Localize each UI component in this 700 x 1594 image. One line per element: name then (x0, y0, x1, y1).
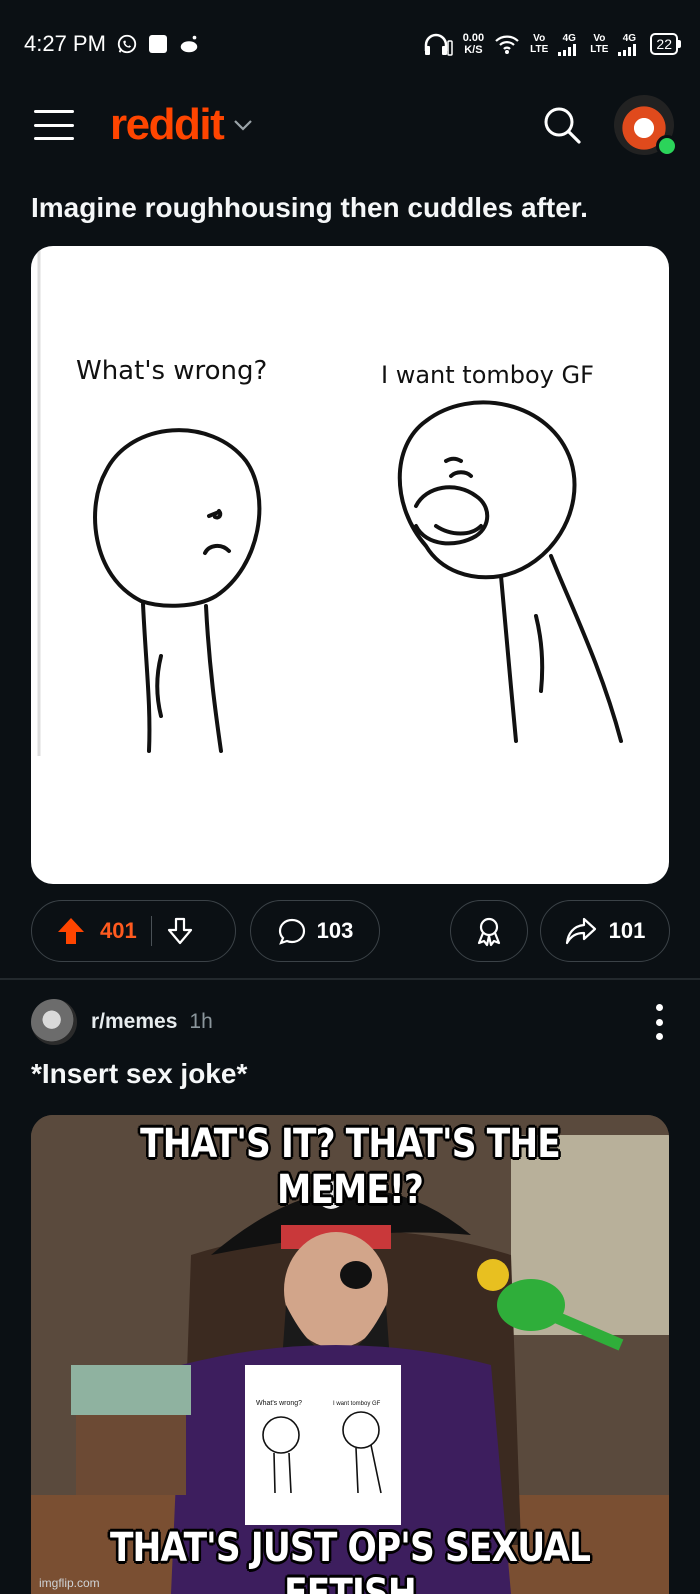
wifi-icon (494, 33, 520, 55)
reddit-notification-icon (178, 33, 200, 55)
vote-divider (150, 916, 152, 946)
status-left: 4:27 PM (24, 31, 200, 57)
battery-indicator: 22 (650, 33, 681, 55)
search-button[interactable] (538, 101, 586, 149)
sim1-signal: 4G (558, 33, 580, 56)
share-button[interactable]: 101 (540, 900, 670, 962)
sim1-network: Vo LTE (530, 33, 548, 55)
post-actions: 401 103 101 (31, 900, 670, 964)
post-title[interactable]: *Insert sex joke* (31, 1058, 247, 1090)
sim2-vo: Vo (593, 33, 606, 44)
post-age: 1h (189, 1010, 213, 1033)
imgflip-watermark: imgflip.com (39, 1576, 100, 1590)
chevron-down-icon (234, 120, 253, 131)
award-icon (477, 917, 501, 947)
sim2-lte: LTE (590, 44, 609, 55)
subreddit-name[interactable]: r/memes (91, 1010, 177, 1034)
notification-square-icon (148, 34, 168, 54)
sim1-vo: Vo (533, 33, 546, 44)
upvote-count: 401 (100, 918, 137, 943)
sim2-signal: 4G (618, 33, 640, 56)
comment-icon (278, 918, 305, 945)
feed-selector[interactable]: reddit (110, 100, 253, 150)
meme-bottom-text: THAT'S JUST OP'S SEXUAL FETISH (109, 1525, 591, 1594)
more-options-icon[interactable] (653, 1004, 671, 1040)
speed-value: 0.00 (462, 32, 485, 44)
stick-figures-drawing (37, 246, 623, 756)
sim2-gen: 4G (622, 32, 637, 44)
vote-control: 401 (31, 900, 236, 962)
post-image[interactable]: What's wrong? I want tomboy GF THAT'S IT… (31, 1115, 669, 1594)
reddit-logo: reddit (110, 100, 225, 149)
status-time: 4:27 PM (24, 31, 106, 56)
comments-button[interactable]: 103 (250, 900, 380, 962)
network-speed: 0.00 K/S (463, 32, 484, 56)
comment-count: 103 (316, 918, 354, 943)
downvote-icon[interactable] (166, 916, 194, 946)
signal-bars-icon (618, 43, 637, 56)
menu-icon[interactable] (34, 110, 74, 140)
share-icon (565, 917, 596, 945)
app-bar: reddit (0, 88, 700, 162)
award-button[interactable] (450, 900, 528, 962)
online-status-dot (656, 135, 678, 157)
post-title[interactable]: Imagine roughhousing then cuddles after. (31, 186, 671, 230)
status-right: 0.00 K/S Vo LTE 4G Vo LTE 4G 22 (423, 31, 681, 57)
headphones-icon (423, 31, 453, 57)
user-avatar[interactable] (614, 95, 678, 157)
inset-caption-right: I want tomboy GF (333, 1401, 381, 1407)
inset-caption-left: What's wrong? (256, 1400, 303, 1407)
share-count: 101 (608, 918, 646, 943)
whatsapp-icon (116, 33, 138, 55)
sim1-lte: LTE (530, 44, 549, 55)
post-image[interactable]: What's wrong? I want tomboy GF (31, 246, 669, 884)
subreddit-avatar[interactable] (31, 999, 77, 1045)
search-icon (544, 107, 581, 144)
meme-top-text: THAT'S IT? THAT'S THE MEME!? (140, 1121, 561, 1213)
inset-meme (245, 1365, 401, 1525)
signal-bars-icon (558, 43, 577, 56)
upvote-icon[interactable] (56, 916, 86, 946)
sim2-network: Vo LTE (590, 33, 608, 55)
speed-unit: K/S (464, 44, 483, 56)
post-header: r/memes 1h (31, 998, 671, 1046)
post-divider (0, 978, 700, 980)
status-bar: 4:27 PM 0.00 K/S Vo LTE 4G Vo LTE 4G 22 (0, 0, 700, 88)
sim1-gen: 4G (562, 32, 576, 44)
